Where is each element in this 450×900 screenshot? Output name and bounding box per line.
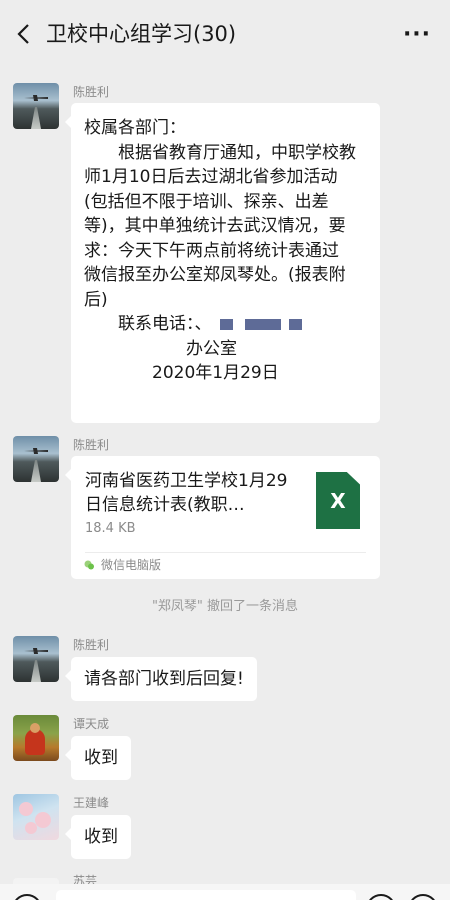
redacted-block [244, 319, 281, 330]
message-line: 根据省教育厅通知，中职学校教 [84, 142, 356, 163]
avatar[interactable] [13, 83, 59, 129]
message-bubble[interactable]: 校属各部门： 根据省教育厅通知，中职学校教 师1月10日后去过湖北省参加活动 (… [65, 103, 380, 423]
runway-graphic [31, 460, 41, 482]
message-line: 办公室 [84, 338, 237, 359]
message-bubble[interactable]: 收到 [65, 736, 131, 780]
divider [85, 552, 366, 553]
more-button[interactable]: ··· [400, 20, 434, 48]
plus-button[interactable] [408, 894, 438, 900]
message-bubble[interactable]: 收到 [65, 815, 131, 859]
recall-notice: "郑凤琴" 撤回了一条消息 [151, 599, 299, 614]
input-bar [0, 884, 450, 900]
excel-icon-letter: X [330, 488, 346, 513]
avatar-figure-head [30, 723, 40, 733]
back-button[interactable] [8, 18, 38, 50]
airplane-icon [24, 448, 48, 454]
blossom-graphic [19, 802, 33, 816]
message-line: (包括但不限于培训、探亲、出差 [84, 191, 329, 212]
redacted-block [288, 319, 302, 330]
message-input[interactable] [56, 890, 356, 900]
redacted-block [219, 319, 233, 330]
airplane-icon [24, 95, 48, 101]
more-icon: ··· [402, 21, 432, 47]
file-size: 18.4 KB [85, 521, 136, 536]
sender-name: 陈胜利 [73, 438, 110, 452]
sender-name: 王建峰 [73, 796, 110, 810]
contact-line: 联系电话：、 [84, 312, 380, 337]
blossom-graphic [25, 822, 37, 834]
message-line: 校属各部门： [84, 118, 186, 138]
avatar[interactable] [13, 794, 59, 840]
sender-name: 陈胜利 [73, 638, 110, 652]
file-message-card[interactable]: 河南省医药卫生学校1月29日信息统计表(教职… 18.4 KB X 微信电脑版 [65, 456, 380, 579]
message-line: 2020年1月29日 [84, 363, 279, 383]
voice-button[interactable] [12, 894, 42, 900]
chevron-left-icon [17, 24, 29, 44]
file-name: 河南省医药卫生学校1月29日信息统计表(教职… [85, 471, 288, 515]
emoji-button[interactable] [366, 894, 396, 900]
avatar[interactable] [13, 715, 59, 761]
avatar[interactable] [13, 436, 59, 482]
message-line: 师1月10日后去过湖北省参加活动 [84, 167, 338, 187]
blossom-graphic [35, 812, 51, 828]
sender-name: 苏芸 [73, 874, 98, 884]
contact-label: 联系电话：、 [84, 314, 212, 334]
message-line: 微信报至办公室郑凤琴处。(报表附 [84, 265, 346, 285]
excel-file-icon: X [316, 472, 360, 529]
avatar[interactable] [13, 636, 59, 682]
airplane-icon [24, 648, 48, 654]
sender-name: 谭天成 [73, 717, 110, 731]
sender-name: 陈胜利 [73, 85, 110, 99]
message-line: 后) [84, 289, 108, 310]
message-line: 等)，其中单独统计去武汉情况，要 [84, 216, 346, 236]
chat-title: 卫校中心组学习(30) [46, 22, 237, 46]
wechat-pc-icon [84, 560, 94, 570]
runway-graphic [31, 660, 41, 682]
chat-header: 卫校中心组学习(30) ··· [0, 0, 450, 68]
message-bubble[interactable]: 请各部门收到后回复! [65, 657, 257, 701]
message-line: 求：今天下午两点前将统计表通过 [84, 240, 339, 261]
file-source: 微信电脑版 [101, 558, 162, 572]
runway-graphic [31, 107, 41, 129]
